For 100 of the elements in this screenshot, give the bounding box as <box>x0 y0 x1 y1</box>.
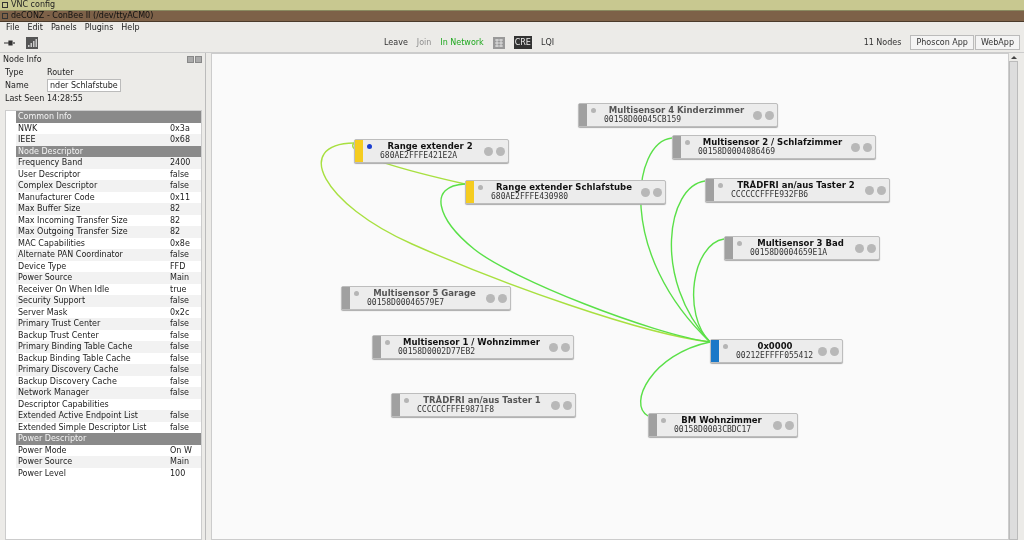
menu-item[interactable]: Plugins <box>84 22 114 33</box>
property-name: Backup Binding Table Cache <box>17 352 132 364</box>
node-address: CCCCCCFFFE932FB6 <box>730 190 810 200</box>
property-name: Backup Trust Center <box>17 329 100 341</box>
menu-item[interactable]: Help <box>121 22 140 33</box>
property-name: Power Source <box>17 272 74 284</box>
property-name: MAC Capabilities <box>17 237 87 249</box>
window-title: deCONZ - ConBee II (/dev/ttyACM0) <box>11 11 154 21</box>
property-name: Device Type <box>17 260 68 272</box>
field-label: Type <box>5 68 25 77</box>
node-count: 11 Nodes <box>863 38 902 47</box>
menu-item[interactable]: Edit <box>27 22 43 33</box>
vnc-title: VNC config <box>11 0 56 10</box>
node-name: Multisensor 1 / Wohnzimmer <box>402 337 541 347</box>
node-address: CCCCCCFFFE9871F8 <box>416 405 496 415</box>
node-address: 680AE2FFFE421E2A <box>379 151 459 161</box>
property-value: 82 <box>170 214 181 226</box>
grid-icon[interactable] <box>492 36 505 49</box>
menu-item[interactable]: Panels <box>50 22 77 33</box>
node-name: 0x0000 <box>756 341 794 351</box>
node-name: BM Wohnzimmer <box>680 415 763 425</box>
node-name: Range extender Schlafstube <box>496 182 633 192</box>
node-card[interactable]: BM Wohnzimmer 00158D0003CBDC17 <box>648 413 798 437</box>
cre-button[interactable]: CRE <box>513 36 532 49</box>
property-value: 0x2c <box>170 306 190 318</box>
property-name: Frequency Band <box>17 157 84 169</box>
property-value: false <box>170 421 190 433</box>
node-name: Multisensor 3 Bad <box>756 238 845 248</box>
property-value: On W <box>170 444 192 456</box>
property-value: false <box>170 364 190 376</box>
property-value: false <box>170 318 190 330</box>
property-name: Network Manager <box>17 387 90 399</box>
node-card[interactable]: Multisensor 4 Kinderzimmer 00158D00045CB159 <box>578 103 778 127</box>
app-button[interactable]: Phoscon App <box>910 35 974 50</box>
property-name: Descriptor Capabilities <box>17 398 110 410</box>
node-name: TRÅDFRI an/aus Taster 1 <box>422 395 542 405</box>
plug-icon[interactable] <box>4 39 16 46</box>
panel-title: Node Info <box>3 55 42 64</box>
property-value: false <box>170 168 190 180</box>
node-name: Multisensor 4 Kinderzimmer <box>607 105 746 115</box>
field-value: Router <box>47 68 74 77</box>
lqi-button[interactable]: LQI <box>540 38 555 47</box>
node-name: Multisensor 2 / Schlafzimmer <box>701 137 844 147</box>
property-name: Manufacturer Code <box>17 191 96 203</box>
node-address: 00158D00045CB159 <box>603 115 683 125</box>
property-value: false <box>170 410 190 422</box>
property-value: true <box>170 283 187 295</box>
property-value: 82 <box>170 226 181 238</box>
property-name: Security Support <box>17 295 87 307</box>
property-value: 0x68 <box>170 134 190 146</box>
property-value: 2400 <box>170 157 191 169</box>
node-name: TRÅDFRI an/aus Taster 2 <box>736 180 856 190</box>
property-value: 0x8e <box>170 237 190 249</box>
app-button[interactable]: WebApp <box>974 35 1020 50</box>
property-name: Max Outgoing Transfer Size <box>17 226 129 238</box>
node-card[interactable]: TRÅDFRI an/aus Taster 2 CCCCCCFFFE932FB6 <box>705 178 890 202</box>
property-value: false <box>170 329 190 341</box>
property-name: Power Source <box>17 456 74 468</box>
node-address: 00158D0004659E1A <box>749 248 829 258</box>
property-value: false <box>170 387 190 399</box>
property-name: Alternate PAN Coordinator <box>17 249 124 261</box>
property-value: false <box>170 375 190 387</box>
property-name: NWK <box>17 122 39 134</box>
node-card[interactable]: Multisensor 5 Garage 00158D00046579E7 <box>341 286 511 310</box>
property-value: false <box>170 295 190 307</box>
node-card[interactable]: Multisensor 3 Bad 00158D0004659E1A <box>724 236 880 260</box>
section-header: Power Descriptor <box>16 433 201 445</box>
node-address: 00158D0003CBDC17 <box>673 425 753 435</box>
property-value: false <box>170 352 190 364</box>
property-value: 0x11 <box>170 191 190 203</box>
node-address: 680AE2FFFE430980 <box>490 192 570 202</box>
node-card[interactable]: Multisensor 1 / Wohnzimmer 00158D0002D77EB2 <box>372 335 574 359</box>
property-value: Main <box>170 456 190 468</box>
node-card[interactable]: Range extender Schlafstube 680AE2FFFE430980 <box>465 180 666 204</box>
property-name: Backup Discovery Cache <box>17 375 118 387</box>
leave-button[interactable]: Leave <box>384 38 408 47</box>
network-status: In Network <box>440 38 484 47</box>
property-value: 0x3a <box>170 122 190 134</box>
property-name: Primary Trust Center <box>17 318 102 330</box>
property-name: IEEE <box>17 134 37 146</box>
signal-bars-icon[interactable] <box>26 36 38 49</box>
property-name: Primary Discovery Cache <box>17 364 120 376</box>
menu-item[interactable]: File <box>6 22 20 33</box>
node-address: 00158D0002D77EB2 <box>397 347 477 357</box>
property-name: Max Buffer Size <box>17 203 82 215</box>
property-name: Power Level <box>17 467 67 479</box>
property-value: 82 <box>170 203 181 215</box>
property-name: Extended Active Endpoint List <box>17 410 139 422</box>
node-card[interactable]: Multisensor 2 / Schlafzimmer 00158D0004086469 <box>672 135 876 159</box>
property-name: Max Incoming Transfer Size <box>17 214 129 226</box>
scrollbar-thumb[interactable] <box>1009 61 1018 540</box>
name-field[interactable]: nder Schlafstube <box>47 79 121 92</box>
field-value: 14:28:55 <box>47 94 83 103</box>
property-name: Power Mode <box>17 444 68 456</box>
node-card[interactable]: Range extender 2 680AE2FFFE421E2A <box>354 139 509 163</box>
node-address: 00158D00046579E7 <box>366 298 445 308</box>
node-card[interactable]: TRÅDFRI an/aus Taster 1 CCCCCCFFFE9871F8 <box>391 393 576 417</box>
property-value: FFD <box>170 260 186 272</box>
node-card[interactable]: 0x0000 00212EFFFF055412 <box>710 339 843 363</box>
property-value: Main <box>170 272 190 284</box>
